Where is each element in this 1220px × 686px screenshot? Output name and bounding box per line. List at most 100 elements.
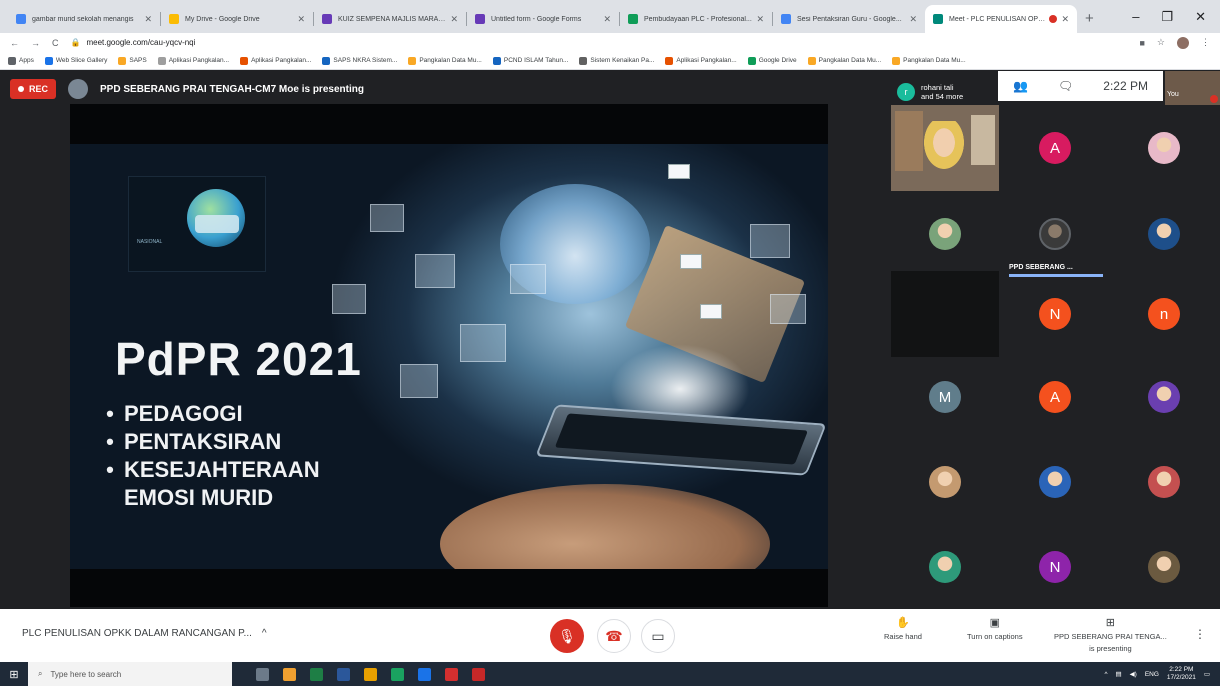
toolbar-right: ■ ☆ ⋮ xyxy=(1139,36,1210,49)
slide-bullet-continuation: EMOSI MURID xyxy=(124,485,274,510)
reload-icon[interactable]: C xyxy=(52,38,59,48)
tab-favicon-icon xyxy=(169,14,179,24)
taskbar-app-icon[interactable] xyxy=(418,667,431,681)
close-tab-icon[interactable]: ✕ xyxy=(756,14,764,25)
participant-tile[interactable]: N xyxy=(1001,524,1109,610)
participant-tile-speaking[interactable]: PPD SEBERANG ... xyxy=(1001,191,1109,277)
close-tab-icon[interactable]: ✕ xyxy=(909,14,917,25)
participant-tile[interactable] xyxy=(1110,105,1218,191)
participant-tile[interactable]: A xyxy=(1001,354,1109,440)
participant-tile[interactable] xyxy=(1110,439,1218,525)
bookmark-item[interactable]: Pangkalan Data Mu... xyxy=(408,56,482,65)
bookmark-item[interactable]: Apps xyxy=(8,56,34,65)
close-tab-icon[interactable]: ✕ xyxy=(1061,14,1069,25)
windows-start-icon[interactable]: ⊞ xyxy=(0,668,28,681)
participant-tile[interactable] xyxy=(1110,191,1218,277)
camera-permission-icon[interactable]: ■ xyxy=(1139,38,1144,48)
participant-photo-avatar xyxy=(929,551,961,583)
bookmark-item[interactable]: Aplikasi Pangkalan... xyxy=(665,56,737,65)
tab-title: My Drive - Google Drive xyxy=(185,15,260,23)
chevron-up-icon[interactable]: ^ xyxy=(262,628,267,639)
profile-avatar[interactable] xyxy=(1177,36,1189,49)
taskbar-app-icon[interactable] xyxy=(445,667,458,681)
close-tab-icon[interactable]: ✕ xyxy=(144,14,152,25)
muted-indicator-icon xyxy=(1210,95,1218,103)
photo-card-graphic xyxy=(400,364,438,398)
microphone-toggle-button[interactable]: 🎙 xyxy=(550,619,584,653)
maximize-icon[interactable]: ❐ xyxy=(1161,9,1173,25)
participant-tile[interactable]: M xyxy=(891,354,999,440)
participant-video-tile[interactable] xyxy=(891,105,999,191)
close-tab-icon[interactable]: ✕ xyxy=(450,14,458,25)
close-tab-icon[interactable]: ✕ xyxy=(603,14,611,25)
close-window-icon[interactable]: ✕ xyxy=(1195,9,1206,25)
camera-toggle-button[interactable]: ▭ xyxy=(641,619,675,653)
participant-tile-empty[interactable] xyxy=(891,271,999,357)
notification-icon[interactable]: ▭ xyxy=(1204,670,1210,678)
bookmark-star-icon[interactable]: ☆ xyxy=(1157,37,1165,48)
bookmark-item[interactable]: Aplikasi Pangkalan... xyxy=(157,56,229,65)
bookmark-item[interactable]: PCND ISLAM Tahun... xyxy=(492,56,568,65)
participant-tile[interactable] xyxy=(1110,354,1218,440)
bookmark-item[interactable]: Aplikasi Pangkalan... xyxy=(240,56,311,65)
raise-hand-button[interactable]: ✋ Raise hand xyxy=(884,616,922,641)
taskbar-app-icon[interactable] xyxy=(337,667,350,681)
browser-toolbar: ← → C 🔒 meet.google.com/cau-yqcv-nqi ■ ☆… xyxy=(0,33,1220,52)
forward-icon[interactable]: → xyxy=(31,38,40,48)
volume-icon[interactable]: ◀) xyxy=(1130,670,1137,678)
envelope-icon xyxy=(668,164,690,179)
taskbar-app-icon[interactable] xyxy=(256,667,269,681)
browser-tab[interactable]: KUIZ SEMPENA MAJLIS MARAH... ✕ xyxy=(314,5,466,33)
participant-tile[interactable] xyxy=(891,439,999,525)
bookmark-item[interactable]: SAPS NKRA Sistem... xyxy=(322,56,397,65)
participant-tile[interactable] xyxy=(891,524,999,610)
tray-chevron-icon[interactable]: ^ xyxy=(1104,671,1107,678)
presentation-button[interactable]: ⊞ PPD SEBERANG PRAI TENGA... is presenti… xyxy=(1054,616,1167,653)
bookmark-item[interactable]: Pangkalan Data Mu... xyxy=(807,56,881,65)
participant-summary[interactable]: r rohani tali and 54 more xyxy=(891,83,969,101)
bookmark-item[interactable]: Sistem Kenaikan Pa... xyxy=(579,56,654,65)
leave-call-button[interactable]: ☎ xyxy=(597,619,631,653)
more-options-icon[interactable]: ⋮ xyxy=(1194,627,1206,641)
taskbar-search[interactable]: ⌕ Type here to search xyxy=(28,662,232,686)
close-tab-icon[interactable]: ✕ xyxy=(297,14,305,25)
taskbar-app-icon[interactable] xyxy=(283,667,296,681)
participant-tile[interactable] xyxy=(1001,439,1109,525)
mic-off-icon: 🎙 xyxy=(558,627,576,644)
chat-icon[interactable]: 🗨 xyxy=(1058,79,1073,93)
taskbar-app-icon[interactable] xyxy=(364,667,377,681)
lock-icon: 🔒 xyxy=(70,38,81,47)
browser-tab[interactable]: Sesi Pentaksiran Guru - Google... ✕ xyxy=(773,5,925,33)
browser-menu-icon[interactable]: ⋮ xyxy=(1201,37,1210,48)
browser-tab[interactable]: Untitled form - Google Forms ✕ xyxy=(467,5,619,33)
bookmark-item[interactable]: Google Drive xyxy=(747,56,797,65)
participant-tile[interactable] xyxy=(891,191,999,277)
participant-tile[interactable]: A xyxy=(1001,105,1109,191)
address-bar[interactable]: 🔒 meet.google.com/cau-yqcv-nqi xyxy=(71,38,1128,47)
back-icon[interactable]: ← xyxy=(10,38,19,48)
bookmark-icon xyxy=(747,56,756,65)
bookmark-item[interactable]: SAPS xyxy=(118,56,147,65)
captions-button[interactable]: ▣ Turn on captions xyxy=(967,616,1023,641)
participant-tile[interactable]: N xyxy=(1001,271,1109,357)
bookmark-item[interactable]: Web Slice Gallery xyxy=(44,56,107,65)
taskbar-clock[interactable]: 2:22 PM 17/2/2021 xyxy=(1167,666,1196,682)
browser-tab[interactable]: My Drive - Google Drive ✕ xyxy=(161,5,313,33)
browser-tab[interactable]: gambar murid sekolah menangis ✕ xyxy=(8,5,160,33)
bookmark-item[interactable]: Pangkalan Data Mu... xyxy=(892,56,966,65)
taskbar-app-icon[interactable] xyxy=(472,667,485,681)
participant-photo-avatar xyxy=(929,466,961,498)
self-view-tile[interactable]: You xyxy=(1165,71,1220,105)
participant-tile[interactable]: n xyxy=(1110,271,1218,357)
people-icon[interactable]: 👥 xyxy=(1013,79,1028,93)
browser-tab[interactable]: Pembudayaan PLC - Profesional... ✕ xyxy=(620,5,772,33)
language-indicator[interactable]: ENG xyxy=(1145,671,1159,678)
browser-tab[interactable]: Meet - PLC PENULISAN OPK... ✕ xyxy=(925,5,1077,33)
participant-tile[interactable] xyxy=(1110,524,1218,610)
taskbar-app-icon[interactable] xyxy=(310,667,323,681)
minimize-icon[interactable]: – xyxy=(1132,9,1139,25)
new-tab-button[interactable]: + xyxy=(1085,10,1094,27)
network-icon[interactable]: ▤ xyxy=(1116,670,1122,678)
taskbar-app-icon[interactable] xyxy=(391,667,404,681)
meeting-details[interactable]: PLC PENULISAN OPKK DALAM RANCANGAN P... … xyxy=(22,628,267,639)
